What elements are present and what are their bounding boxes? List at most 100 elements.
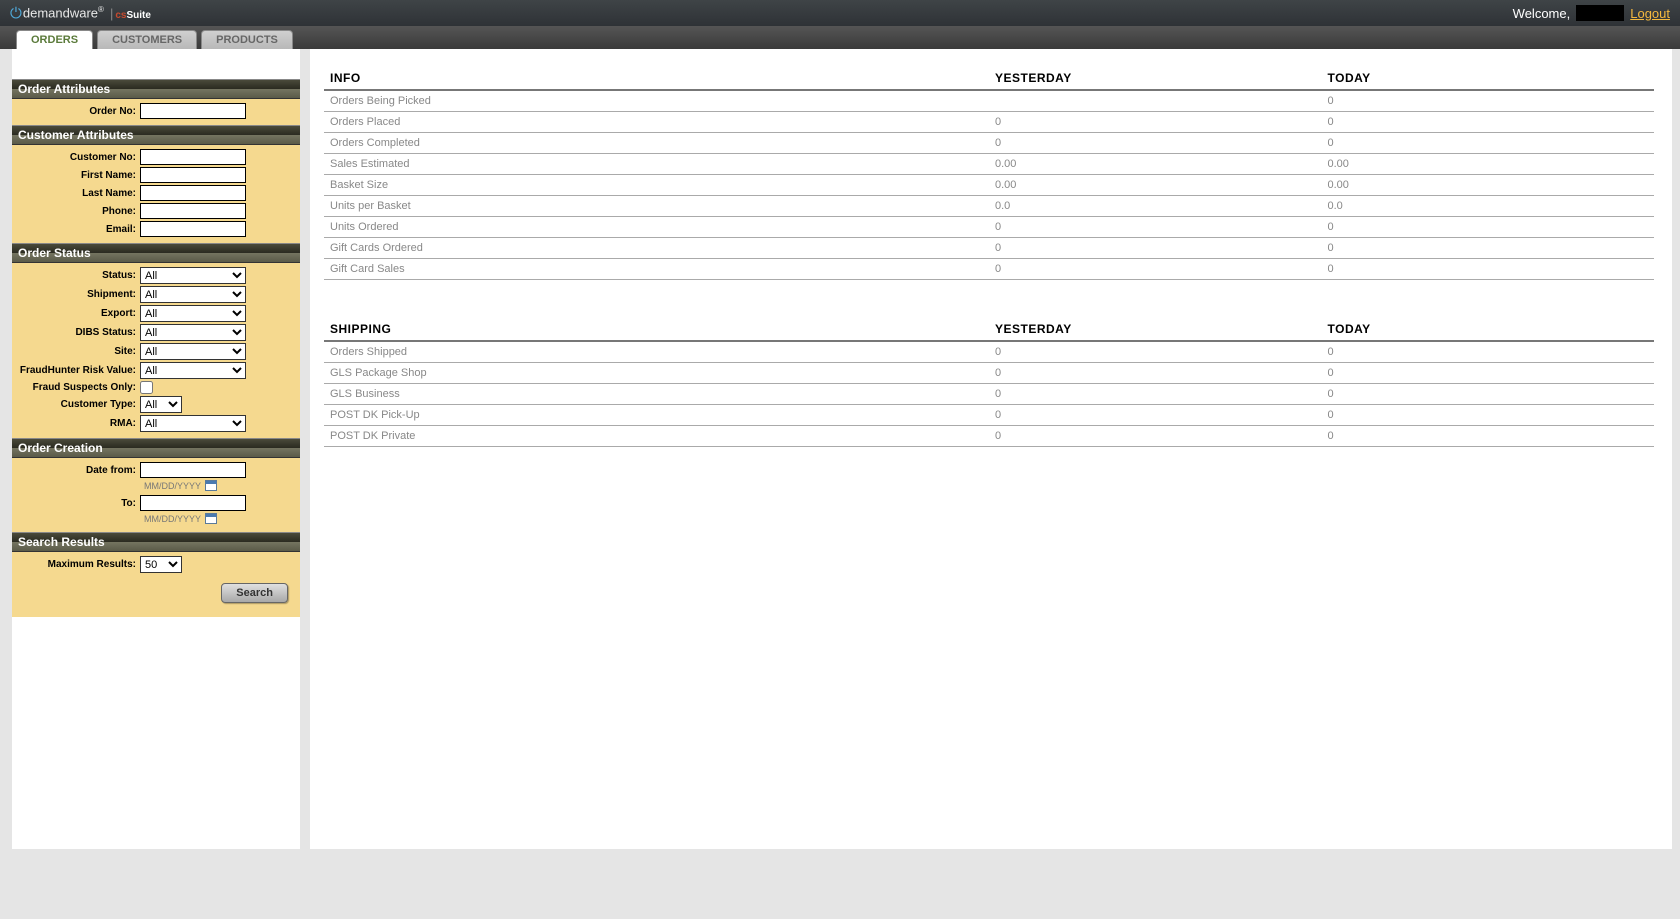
table-row: Orders Completed00 [324, 133, 1654, 154]
row-yesterday: 0.00 [989, 154, 1322, 175]
row-yesterday: 0.0 [989, 196, 1322, 217]
table-row: POST DK Pick-Up00 [324, 405, 1654, 426]
order-attributes-body: Order No: [12, 99, 300, 125]
divider-icon: | [110, 6, 113, 21]
table-row: GLS Business00 [324, 384, 1654, 405]
shipment-select[interactable]: All [140, 286, 246, 303]
phone-input[interactable] [140, 203, 246, 219]
row-yesterday: 0.00 [989, 175, 1322, 196]
info-table: INFO YESTERDAY TODAY Orders Being Picked… [324, 67, 1654, 280]
section-order-creation: Order Creation [12, 438, 300, 458]
row-today: 0 [1322, 426, 1655, 447]
registered-icon: ® [98, 5, 104, 14]
info-header-info: INFO [324, 67, 989, 90]
logo-prefix: demand [23, 6, 70, 21]
order-no-input[interactable] [140, 103, 246, 119]
label-dibs-status: DIBS Status: [18, 327, 140, 338]
row-today: 0.00 [1322, 175, 1655, 196]
suite-suffix: Suite [126, 10, 150, 21]
label-email: Email: [18, 224, 140, 235]
row-label: Units per Basket [324, 196, 989, 217]
row-yesterday: 0 [989, 405, 1322, 426]
row-today: 0.00 [1322, 154, 1655, 175]
sidebar: Order Attributes Order No: Customer Attr… [12, 49, 300, 849]
brand-logo: ⏻ demandware® | csSuite [10, 5, 151, 22]
tab-products[interactable]: PRODUCTS [201, 30, 293, 49]
row-yesterday: 0 [989, 112, 1322, 133]
row-today: 0 [1322, 341, 1655, 363]
row-label: Units Ordered [324, 217, 989, 238]
date-from-input[interactable] [140, 462, 246, 478]
label-date-to: To: [18, 498, 140, 509]
row-yesterday: 0 [989, 238, 1322, 259]
table-row: Gift Cards Ordered00 [324, 238, 1654, 259]
site-select[interactable]: All [140, 343, 246, 360]
shipping-header-yesterday: YESTERDAY [989, 318, 1322, 341]
search-button[interactable]: Search [221, 583, 288, 603]
last-name-input[interactable] [140, 185, 246, 201]
label-export: Export: [18, 308, 140, 319]
row-yesterday: 0 [989, 341, 1322, 363]
row-today: 0 [1322, 384, 1655, 405]
tab-orders[interactable]: ORDERS [16, 30, 93, 49]
tab-customers[interactable]: CUSTOMERS [97, 30, 197, 49]
fraud-suspects-checkbox[interactable] [140, 381, 153, 394]
customer-type-select[interactable]: All [140, 396, 182, 413]
top-bar: ⏻ demandware® | csSuite Welcome, Logout [0, 0, 1680, 26]
row-today: 0 [1322, 112, 1655, 133]
row-label: Gift Cards Ordered [324, 238, 989, 259]
date-hint-text: MM/DD/YYYY [144, 481, 201, 491]
row-label: Sales Estimated [324, 154, 989, 175]
logout-link[interactable]: Logout [1630, 6, 1670, 21]
date-to-input[interactable] [140, 495, 246, 511]
user-area: Welcome, Logout [1513, 5, 1670, 21]
label-customer-type: Customer Type: [18, 399, 140, 410]
table-row: Orders Being Picked 0 [324, 90, 1654, 112]
suite-label: csSuite [115, 6, 151, 21]
table-row: POST DK Private00 [324, 426, 1654, 447]
row-label: GLS Package Shop [324, 363, 989, 384]
row-yesterday: 0 [989, 363, 1322, 384]
label-shipment: Shipment: [18, 289, 140, 300]
calendar-icon[interactable] [205, 480, 217, 491]
max-results-select[interactable]: 50 [140, 556, 182, 573]
label-date-from: Date from: [18, 465, 140, 476]
row-today: 0 [1322, 238, 1655, 259]
dibs-status-select[interactable]: All [140, 324, 246, 341]
row-today: 0 [1322, 133, 1655, 154]
row-yesterday: 0 [989, 133, 1322, 154]
customer-no-input[interactable] [140, 149, 246, 165]
email-input[interactable] [140, 221, 246, 237]
export-select[interactable]: All [140, 305, 246, 322]
label-phone: Phone: [18, 206, 140, 217]
date-from-hint: MM/DD/YYYY [144, 480, 294, 491]
row-label: POST DK Private [324, 426, 989, 447]
table-row: Orders Shipped00 [324, 341, 1654, 363]
label-max-results: Maximum Results: [18, 559, 140, 570]
row-today: 0 [1322, 90, 1655, 112]
info-header-today: TODAY [1322, 67, 1655, 90]
order-creation-body: Date from: MM/DD/YYYY To: MM/DD/YYYY [12, 458, 300, 532]
table-row: Orders Placed00 [324, 112, 1654, 133]
date-to-hint: MM/DD/YYYY [144, 513, 294, 524]
table-row: Basket Size0.000.00 [324, 175, 1654, 196]
calendar-icon[interactable] [205, 513, 217, 524]
row-label: POST DK Pick-Up [324, 405, 989, 426]
rma-select[interactable]: All [140, 415, 246, 432]
first-name-input[interactable] [140, 167, 246, 183]
label-first-name: First Name: [18, 170, 140, 181]
date-hint-text: MM/DD/YYYY [144, 514, 201, 524]
section-order-status: Order Status [12, 243, 300, 263]
row-label: Orders Being Picked [324, 90, 989, 112]
suite-prefix: cs [115, 10, 126, 21]
label-site: Site: [18, 346, 140, 357]
status-select[interactable]: All [140, 267, 246, 284]
label-order-no: Order No: [18, 106, 140, 117]
section-order-attributes: Order Attributes [12, 79, 300, 99]
row-label: Gift Card Sales [324, 259, 989, 280]
row-today: 0.0 [1322, 196, 1655, 217]
fraud-risk-select[interactable]: All [140, 362, 246, 379]
label-last-name: Last Name: [18, 188, 140, 199]
row-label: Orders Placed [324, 112, 989, 133]
label-rma: RMA: [18, 418, 140, 429]
